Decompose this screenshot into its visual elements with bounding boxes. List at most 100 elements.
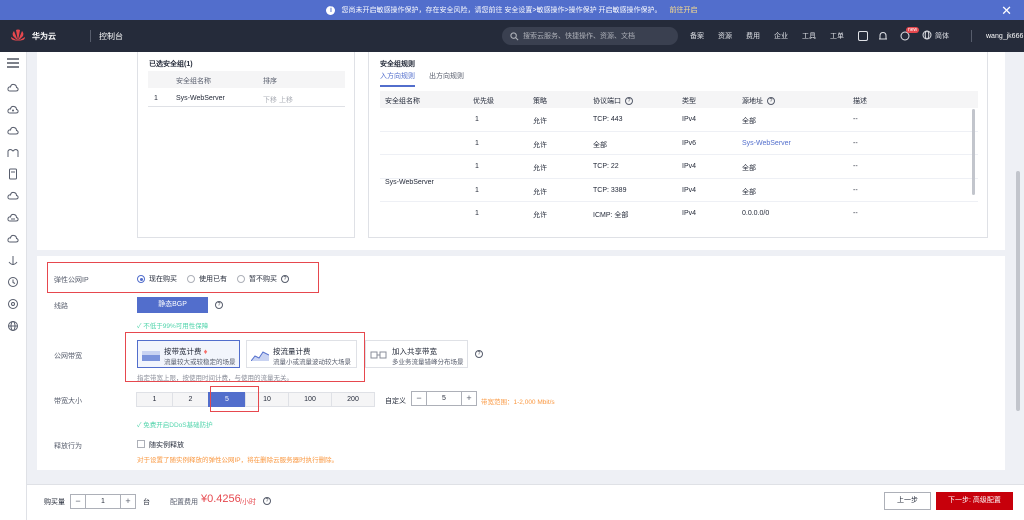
line-bgp-button[interactable]: 静态BGP xyxy=(137,297,208,313)
bridge-icon[interactable] xyxy=(7,147,19,159)
help-icon[interactable]: ? xyxy=(767,97,775,106)
logo[interactable]: 华为云 xyxy=(10,29,82,43)
nav-item-tools[interactable]: 工具 xyxy=(802,31,816,41)
nav-item-tickets[interactable]: 工单 xyxy=(830,31,844,41)
tab-outbound[interactable]: 出方向规则 xyxy=(429,71,464,87)
settings-icon[interactable] xyxy=(7,298,19,310)
cell-source: 全部 xyxy=(742,165,756,172)
cell-desc: -- xyxy=(853,116,858,123)
section-divider xyxy=(37,250,1005,256)
billing-card-traffic[interactable]: 按流量计费 流量小或流量波动较大场景 xyxy=(246,340,357,368)
release-with-instance-checkbox[interactable] xyxy=(137,440,145,448)
cloud-icon[interactable] xyxy=(7,104,19,116)
cell-priority: 1 xyxy=(475,163,479,170)
brand-name: 华为云 xyxy=(32,31,56,41)
radio-not-buy[interactable]: 暂不购买 ? xyxy=(237,274,289,284)
help-icon[interactable]: ? xyxy=(475,350,483,358)
help-icon[interactable]: new xyxy=(900,27,920,41)
header-source-label: 源地址 xyxy=(742,98,763,105)
quantity-stepper[interactable]: − 1 + xyxy=(70,494,136,509)
security-group-rules-panel: 安全组规则 入方向规则 出方向规则 安全组名称 优先级 策略 协议端口? 类型 … xyxy=(368,52,988,238)
table-scrollbar[interactable] xyxy=(972,109,975,195)
billing-card-shared[interactable]: 加入共享带宽 多业务流量错峰分布场景 xyxy=(365,340,468,368)
console-link[interactable]: 控制台 xyxy=(99,31,123,42)
notification-banner: i 您尚未开启敏感操作保护，存在安全风险，请您前往 安全设置>敏感操作>操作保护… xyxy=(0,0,1024,20)
security-icon[interactable] xyxy=(7,276,19,288)
bell-icon[interactable] xyxy=(878,31,888,41)
search-icon xyxy=(510,31,519,40)
bandwidth-stepper[interactable]: − 5 + xyxy=(411,391,477,406)
terminal-icon[interactable] xyxy=(858,31,868,41)
cell-priority: 1 xyxy=(475,186,479,194)
quantity-value[interactable]: 1 xyxy=(85,495,121,508)
table-header: 安全组名称 排序 xyxy=(148,71,345,88)
billing-hint: 指定带宽上限，按使用时间计费，与使用的流量无关。 xyxy=(137,375,293,382)
nav-item-beian[interactable]: 备案 xyxy=(690,31,704,41)
bandwidth-range-hint: 带宽范围：1-2,000 Mbit/s xyxy=(481,399,555,406)
help-icon[interactable]: ? xyxy=(281,275,289,283)
info-icon: i xyxy=(326,5,336,15)
bandwidth-option-200[interactable]: 200 xyxy=(331,392,375,407)
globe-service-icon[interactable] xyxy=(7,320,19,332)
quantity-unit: 台 xyxy=(143,499,150,506)
column-header-name: 安全组名称 xyxy=(176,78,211,85)
bandwidth-size-label: 带宽大小 xyxy=(54,398,82,405)
header-priority: 优先级 xyxy=(473,98,494,105)
radio-dot xyxy=(137,275,145,283)
nav-item-billing[interactable]: 费用 xyxy=(746,31,760,41)
header-port: 协议端口? xyxy=(593,96,633,106)
nav-item-resources[interactable]: 资源 xyxy=(718,31,732,41)
bandwidth-option-1[interactable]: 1 xyxy=(136,392,173,407)
release-behavior-label: 释放行为 xyxy=(54,443,82,450)
next-step-button[interactable]: 下一步: 高级配置 xyxy=(936,492,1013,510)
help-icon[interactable]: ? xyxy=(625,97,633,106)
tab-inbound[interactable]: 入方向规则 xyxy=(380,71,415,87)
header-type: 类型 xyxy=(682,98,696,105)
radio-use-existing[interactable]: 使用已有 xyxy=(187,274,227,284)
fee-label: 配置费用 xyxy=(170,499,198,506)
cloud-storage-icon[interactable] xyxy=(7,190,19,202)
page-scrollbar[interactable] xyxy=(1016,171,1020,411)
row-order-actions[interactable]: 下移 上移 xyxy=(263,95,293,105)
increment-button[interactable]: + xyxy=(462,392,476,405)
cell-source-link[interactable]: Sys-WebServer xyxy=(742,140,791,147)
previous-step-button[interactable]: 上一步 xyxy=(884,492,931,510)
globe-icon[interactable] xyxy=(922,30,932,42)
user-menu[interactable]: wang_jk666 xyxy=(986,33,1023,40)
cell-desc: -- xyxy=(853,210,858,217)
radio-buy-now[interactable]: 现在购买 xyxy=(137,274,177,284)
bandwidth-option-2[interactable]: 2 xyxy=(172,392,209,407)
cell-port: TCP: 3389 xyxy=(593,186,627,194)
cell-type: IPv4 xyxy=(682,116,697,123)
cell-policy: 允许 xyxy=(533,141,547,149)
decrement-button[interactable]: − xyxy=(412,392,426,405)
help-icon[interactable]: ? xyxy=(215,301,223,309)
cloud-database-icon[interactable] xyxy=(7,233,19,245)
search-input[interactable]: 搜索云服务、快捷操作、资源、文档 xyxy=(502,27,678,45)
storage-icon[interactable] xyxy=(7,168,19,180)
cell-type: IPv6 xyxy=(682,139,697,147)
cloud-server-icon[interactable] xyxy=(7,82,19,94)
billing-card-bandwidth[interactable]: 按带宽计费 ♦ 流量较大或较稳定的场景 xyxy=(137,340,240,368)
decrement-button[interactable]: − xyxy=(71,495,85,508)
cell-policy: 允许 xyxy=(533,165,547,172)
selected-security-groups-panel: 已选安全组(1) 安全组名称 排序 1 Sys-WebServer 下移 上移 xyxy=(137,52,355,238)
bandwidth-option-100[interactable]: 100 xyxy=(288,392,332,407)
table-row: 1 允许 TCP: 22 IPv4 全部 -- xyxy=(380,155,978,179)
banner-link[interactable]: 前往开启 xyxy=(670,5,698,15)
table-row: 1 允许 ICMP: 全部 IPv4 0.0.0.0/0 -- xyxy=(380,202,978,226)
close-icon[interactable]: ✕ xyxy=(1001,3,1012,19)
cell-priority: 1 xyxy=(475,139,479,147)
help-icon[interactable]: ? xyxy=(263,497,271,505)
ddos-hint: ✓ 免费开启DDoS基础防护 xyxy=(137,422,213,429)
bandwidth-value[interactable]: 5 xyxy=(426,392,462,405)
menu-icon[interactable] xyxy=(7,58,19,68)
cloud-service-icon[interactable] xyxy=(7,125,19,137)
language-switch[interactable]: 简体 xyxy=(935,31,949,41)
increment-button[interactable]: + xyxy=(121,495,135,508)
cell-port: ICMP: 全部 xyxy=(593,212,629,219)
nav-item-enterprise[interactable]: 企业 xyxy=(774,31,788,41)
cell-policy: 允许 xyxy=(533,118,547,125)
cloud-network-icon[interactable] xyxy=(7,212,19,224)
anchor-icon[interactable] xyxy=(7,255,19,267)
